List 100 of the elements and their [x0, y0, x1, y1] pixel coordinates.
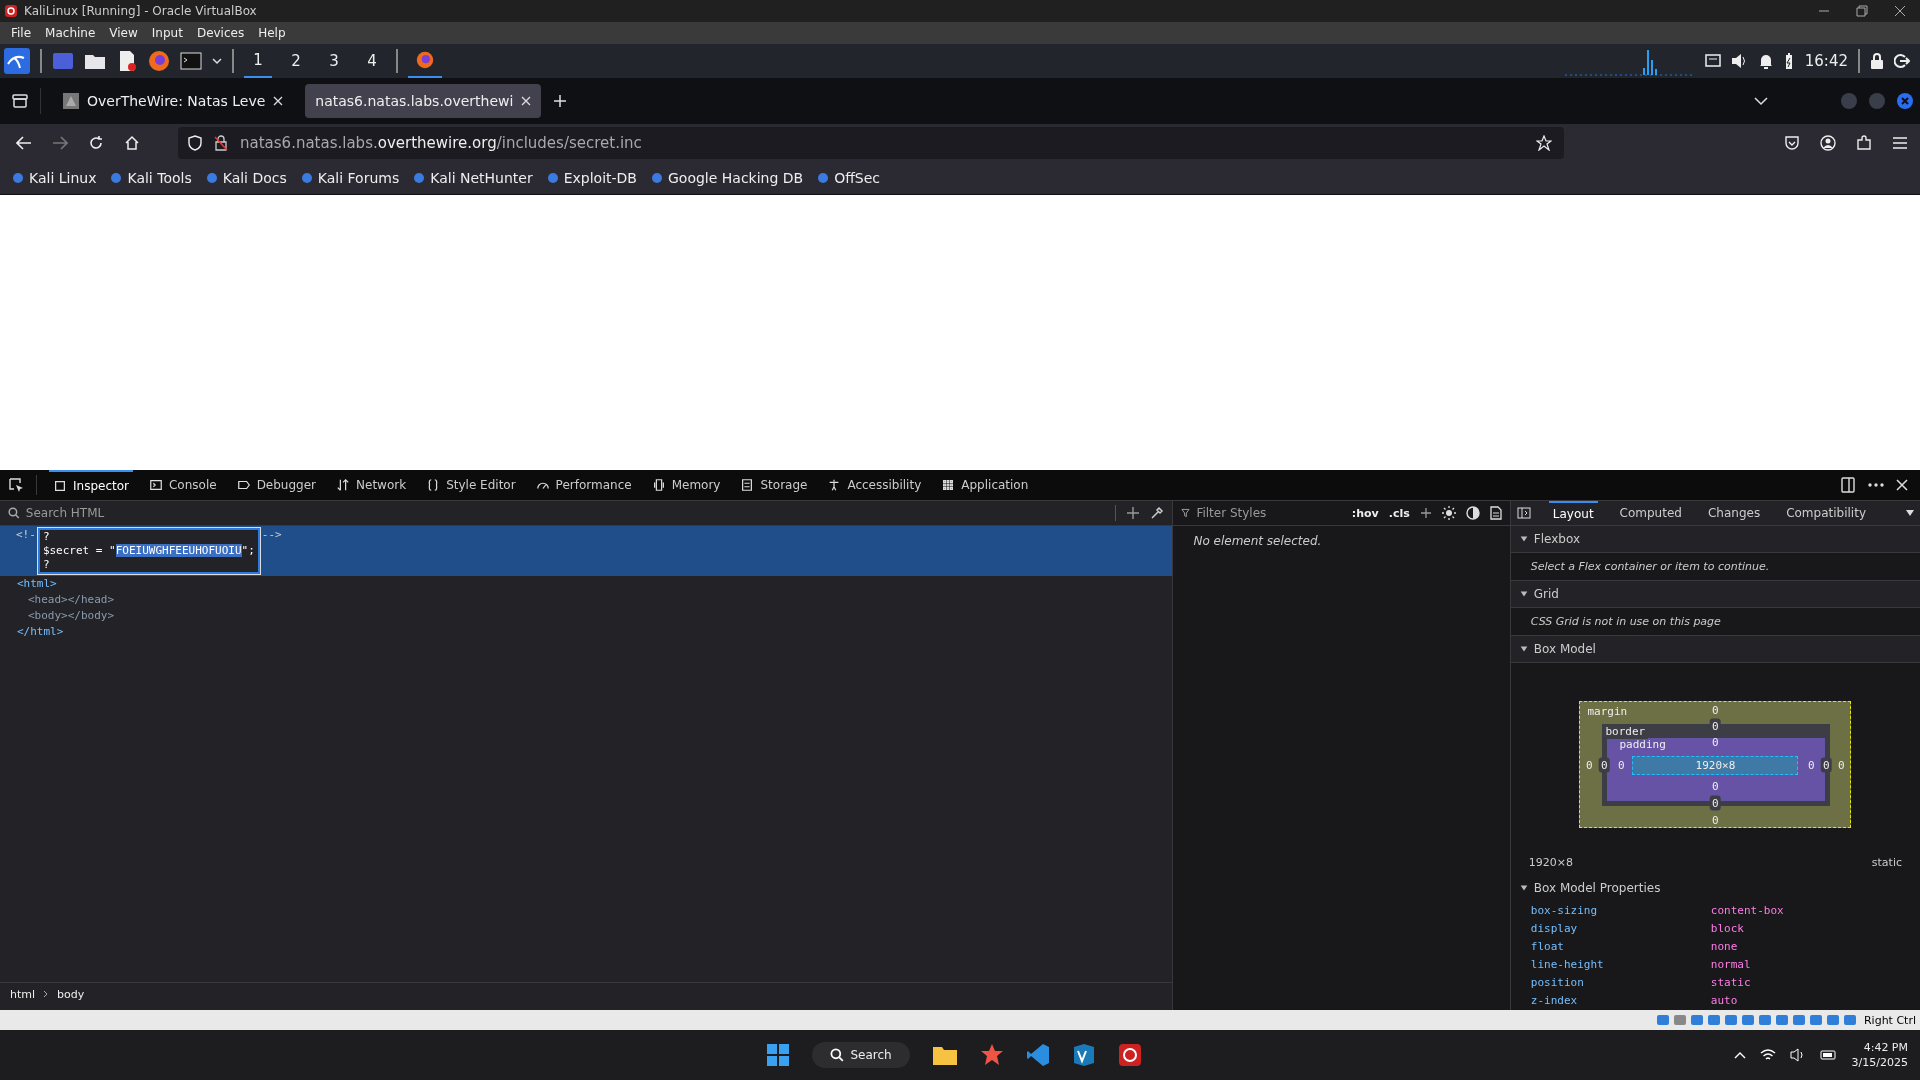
sidebar-toggle-icon[interactable] [1516, 507, 1531, 519]
eyedropper-icon[interactable] [1150, 506, 1165, 520]
contrast-icon[interactable] [1465, 506, 1480, 520]
html-tag[interactable]: <html> [0, 576, 1173, 592]
caret-icon[interactable] [212, 56, 222, 66]
menu-item[interactable]: Input [144, 26, 190, 40]
box-value[interactable]: 0 [1821, 757, 1832, 773]
html-tag[interactable]: <head></head> [0, 592, 1173, 608]
speaker-icon[interactable] [1789, 1048, 1806, 1062]
html-tag[interactable]: <body></body> [0, 608, 1173, 624]
chevron-up-icon[interactable] [1733, 1051, 1746, 1059]
search-field[interactable]: Search HTML [23, 505, 1106, 521]
status-device-icon[interactable] [1689, 1013, 1704, 1027]
star-app-icon[interactable] [979, 1043, 1004, 1067]
menu-icon[interactable] [1892, 136, 1908, 150]
bookmark-link[interactable]: OffSec [817, 170, 881, 186]
workspace-button[interactable]: 4 [358, 44, 386, 78]
bookmark-link[interactable]: Exploit-DB [546, 170, 637, 186]
windows-start-icon[interactable] [766, 1043, 791, 1067]
status-device-icon[interactable] [1842, 1013, 1857, 1027]
sidebar-tab[interactable]: Computed [1615, 501, 1686, 525]
status-device-icon[interactable] [1672, 1013, 1687, 1027]
date[interactable]: 3/15/2025 [1851, 1056, 1908, 1069]
filter-field[interactable]: Filter Styles [1194, 505, 1342, 521]
logout-icon[interactable] [1894, 53, 1910, 69]
menu-item[interactable]: View [102, 26, 145, 40]
html-tag[interactable]: </html> [0, 624, 1173, 640]
bookmark-link[interactable]: Kali NetHunter [413, 170, 533, 186]
puzzle-icon[interactable] [1856, 135, 1872, 151]
box-value[interactable]: 0 [1838, 758, 1845, 772]
toggle-button[interactable]: :hov [1351, 506, 1379, 520]
breadcrumb[interactable]: html [10, 987, 36, 1001]
section-header[interactable]: Flexbox [1510, 526, 1920, 553]
devtools-tab[interactable]: Application [937, 470, 1033, 500]
devtools-tab[interactable]: Style Editor [422, 470, 520, 500]
sun-icon[interactable] [1441, 506, 1456, 520]
status-device-icon[interactable] [1825, 1013, 1840, 1027]
menu-item[interactable]: Machine [38, 26, 103, 40]
back-icon[interactable] [16, 136, 32, 150]
comment-node[interactable]: <!- ? $secret = "FOEIUWGHFEEUHOFUOIU"; ? --> [0, 526, 1173, 576]
toggle-button[interactable]: .cls [1388, 506, 1410, 520]
close-icon[interactable] [1894, 5, 1906, 17]
bookmark-link[interactable]: Kali Tools [110, 170, 192, 186]
browser-tab[interactable]: OverTheWire: Natas Leve [53, 84, 294, 118]
status-device-icon[interactable] [1740, 1013, 1755, 1027]
url-text[interactable]: natas6.natas.labs.overthewire.org/includes/secret.inc [240, 134, 642, 152]
clock[interactable]: 16:42 [1804, 52, 1848, 70]
desktop-icon[interactable] [52, 51, 74, 71]
new-tab-icon[interactable] [553, 94, 568, 108]
clock[interactable]: 4:42 PM [1863, 1041, 1908, 1054]
document-icon[interactable] [1489, 506, 1502, 520]
shield-icon[interactable] [188, 135, 202, 151]
star-icon[interactable] [1536, 135, 1552, 151]
devtools-tab[interactable]: Console [145, 470, 221, 500]
forward-icon[interactable] [52, 136, 68, 150]
status-device-icon[interactable] [1808, 1013, 1823, 1027]
account-icon[interactable] [1820, 135, 1836, 151]
dock-icon[interactable] [1840, 477, 1856, 493]
bookmark-link[interactable]: Kali Forums [300, 170, 400, 186]
status-device-icon[interactable] [1655, 1013, 1670, 1027]
caret-icon[interactable] [1906, 510, 1914, 516]
box-value[interactable]: 0 [1712, 779, 1719, 793]
section-header[interactable]: Box Model Properties [1510, 875, 1920, 901]
folder-icon[interactable] [931, 1044, 958, 1066]
sidebar-tab[interactable]: Compatibility [1782, 501, 1870, 525]
section-header[interactable]: Box Model [1510, 636, 1920, 663]
devtools-tab[interactable]: Memory [647, 470, 725, 500]
reload-icon[interactable] [88, 135, 104, 151]
status-device-icon[interactable] [1706, 1013, 1721, 1027]
devtools-tab[interactable]: Network [332, 470, 411, 500]
home-icon[interactable] [124, 135, 140, 151]
devtools-tab[interactable]: Debugger [232, 470, 321, 500]
chevron-down-icon[interactable] [1754, 96, 1768, 106]
pocket-icon[interactable] [1784, 135, 1800, 151]
box-value[interactable]: 0 [1712, 735, 1719, 749]
status-device-icon[interactable] [1723, 1013, 1738, 1027]
status-device-icon[interactable] [1791, 1013, 1806, 1027]
lock-strike-icon[interactable] [214, 135, 228, 151]
workspace-button[interactable]: 3 [320, 44, 348, 78]
battery-icon[interactable] [1819, 1049, 1838, 1061]
more-icon[interactable] [1868, 482, 1884, 488]
menu-item[interactable]: File [4, 26, 39, 40]
box-value[interactable]: 0 [1618, 758, 1625, 772]
add-icon[interactable] [1419, 507, 1432, 519]
box-value[interactable]: 0 [1586, 758, 1593, 772]
tab-overview-icon[interactable] [12, 94, 28, 108]
code-editor-icon[interactable] [1025, 1043, 1050, 1067]
breadcrumb[interactable]: body [57, 987, 85, 1001]
workspace-button[interactable]: 2 [282, 44, 310, 78]
box-value[interactable]: 0 [1712, 813, 1719, 827]
bookmark-link[interactable]: Google Hacking DB [651, 170, 804, 186]
section-header[interactable]: Grid [1510, 581, 1920, 608]
bookmark-link[interactable]: Kali Linux [12, 170, 97, 186]
status-device-icon[interactable] [1774, 1013, 1789, 1027]
devtools-tab[interactable]: Accessibility [823, 470, 926, 500]
network-icon[interactable] [1704, 54, 1721, 68]
box-value[interactable]: 0 [1808, 758, 1815, 772]
firefox-icon[interactable] [148, 50, 170, 72]
bell-icon[interactable] [1758, 53, 1773, 69]
box-value[interactable]: 0 [1710, 795, 1721, 811]
